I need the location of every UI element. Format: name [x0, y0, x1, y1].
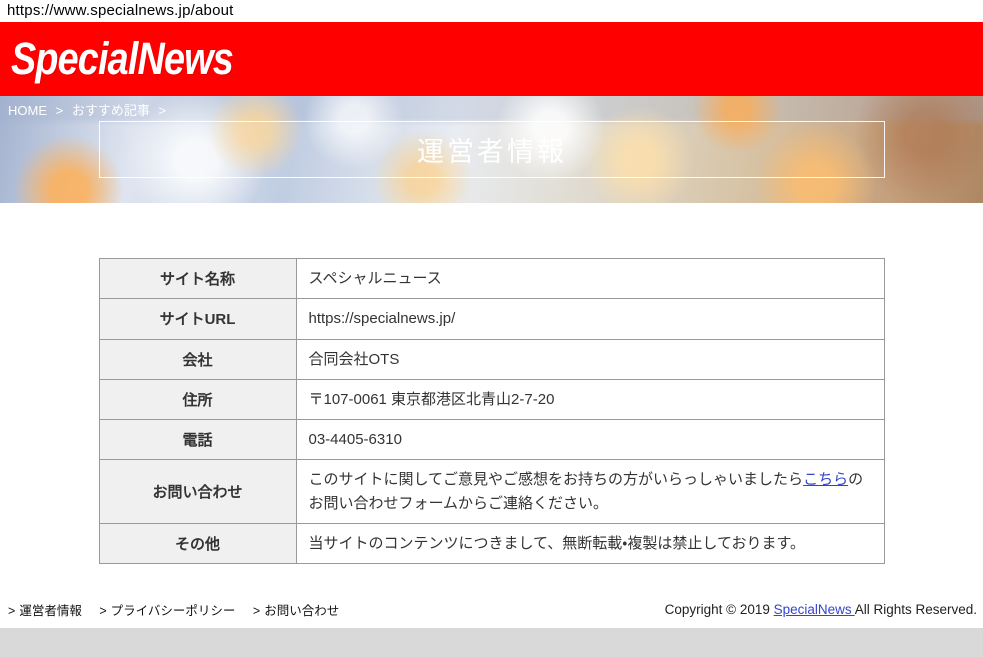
site-header: SpecialNews [0, 22, 983, 96]
browser-url: https://www.specialnews.jp/about [7, 2, 234, 19]
table-row-site-name: サイト名称 スペシャルニュース [99, 259, 884, 299]
row-value: 03-4405-6310 [296, 420, 884, 460]
contact-text-before: このサイトに関してご意見やご感想をお持ちの方がいらっしゃいましたら [309, 471, 804, 488]
breadcrumb-home-link[interactable]: HOME [8, 103, 47, 118]
footer-link-label: 運営者情報 [19, 604, 82, 618]
footer-bottom-bar [0, 628, 983, 657]
page: https://www.specialnews.jp/about Special… [0, 0, 983, 657]
footer-link-privacy-policy[interactable]: > プライバシーポリシー [99, 604, 235, 618]
operator-info-table: サイト名称 スペシャルニュース サイトURL https://specialne… [99, 258, 885, 564]
breadcrumb: HOME > おすすめ記事 > [8, 100, 171, 119]
row-label: 電話 [99, 420, 296, 460]
page-title-box: 運営者情報 [99, 121, 885, 178]
table-row-address: 住所 〒107-0061 東京都港区北青山2-7-20 [99, 379, 884, 419]
copyright: Copyright © 2019 SpecialNews All Rights … [665, 602, 977, 617]
copyright-sitename-link[interactable]: SpecialNews [774, 602, 855, 617]
row-label: サイト名称 [99, 259, 296, 299]
contact-form-link[interactable]: こちら [803, 471, 848, 488]
chevron-right-icon: > [8, 604, 15, 618]
breadcrumb-category-link[interactable]: おすすめ記事 [72, 103, 150, 118]
row-value: このサイトに関してご意見やご感想をお持ちの方がいらっしゃいましたらこちらのお問い… [296, 460, 884, 524]
row-label: 会社 [99, 339, 296, 379]
breadcrumb-separator: > [56, 103, 64, 118]
page-title: 運営者情報 [417, 130, 567, 169]
footer-link-label: お問い合わせ [264, 604, 339, 618]
footer-top: > 運営者情報 > プライバシーポリシー > お問い合わせ Copyright © 2… [0, 594, 983, 628]
row-value: 〒107-0061 東京都港区北青山2-7-20 [296, 379, 884, 419]
table-row-phone: 電話 03-4405-6310 [99, 420, 884, 460]
footer-nav: > 運営者情報 > プライバシーポリシー > お問い合わせ [8, 600, 353, 619]
footer-link-contact[interactable]: > お問い合わせ [253, 604, 339, 618]
row-label: 住所 [99, 379, 296, 419]
table-row-other: その他 当サイトのコンテンツにつきまして、無断転載・複製は禁止しております。 [99, 523, 884, 563]
breadcrumb-separator: > [158, 103, 166, 118]
main-content: サイト名称 スペシャルニュース サイトURL https://specialne… [0, 203, 983, 564]
copyright-text-before: Copyright © 2019 [665, 602, 774, 617]
site-logo[interactable]: SpecialNews [11, 33, 233, 85]
row-label: その他 [99, 523, 296, 563]
table-row-company: 会社 合同会社OTS [99, 339, 884, 379]
row-value: スペシャルニュース [296, 259, 884, 299]
row-label: お問い合わせ [99, 460, 296, 524]
copyright-text-after: All Rights Reserved. [855, 602, 977, 617]
hero-banner: HOME > おすすめ記事 > 運営者情報 [0, 96, 983, 203]
site-footer: > 運営者情報 > プライバシーポリシー > お問い合わせ Copyright © 2… [0, 594, 983, 657]
chevron-right-icon: > [99, 604, 106, 618]
chevron-right-icon: > [253, 604, 260, 618]
table-row-contact: お問い合わせ このサイトに関してご意見やご感想をお持ちの方がいらっしゃいましたら… [99, 460, 884, 524]
row-label: サイトURL [99, 299, 296, 339]
browser-url-bar: https://www.specialnews.jp/about [0, 0, 983, 22]
row-value: 合同会社OTS [296, 339, 884, 379]
footer-link-operator-info[interactable]: > 運営者情報 [8, 604, 82, 618]
table-row-site-url: サイトURL https://specialnews.jp/ [99, 299, 884, 339]
row-value: https://specialnews.jp/ [296, 299, 884, 339]
footer-link-label: プライバシーポリシー [111, 604, 236, 618]
row-value: 当サイトのコンテンツにつきまして、無断転載・複製は禁止しております。 [296, 523, 884, 563]
